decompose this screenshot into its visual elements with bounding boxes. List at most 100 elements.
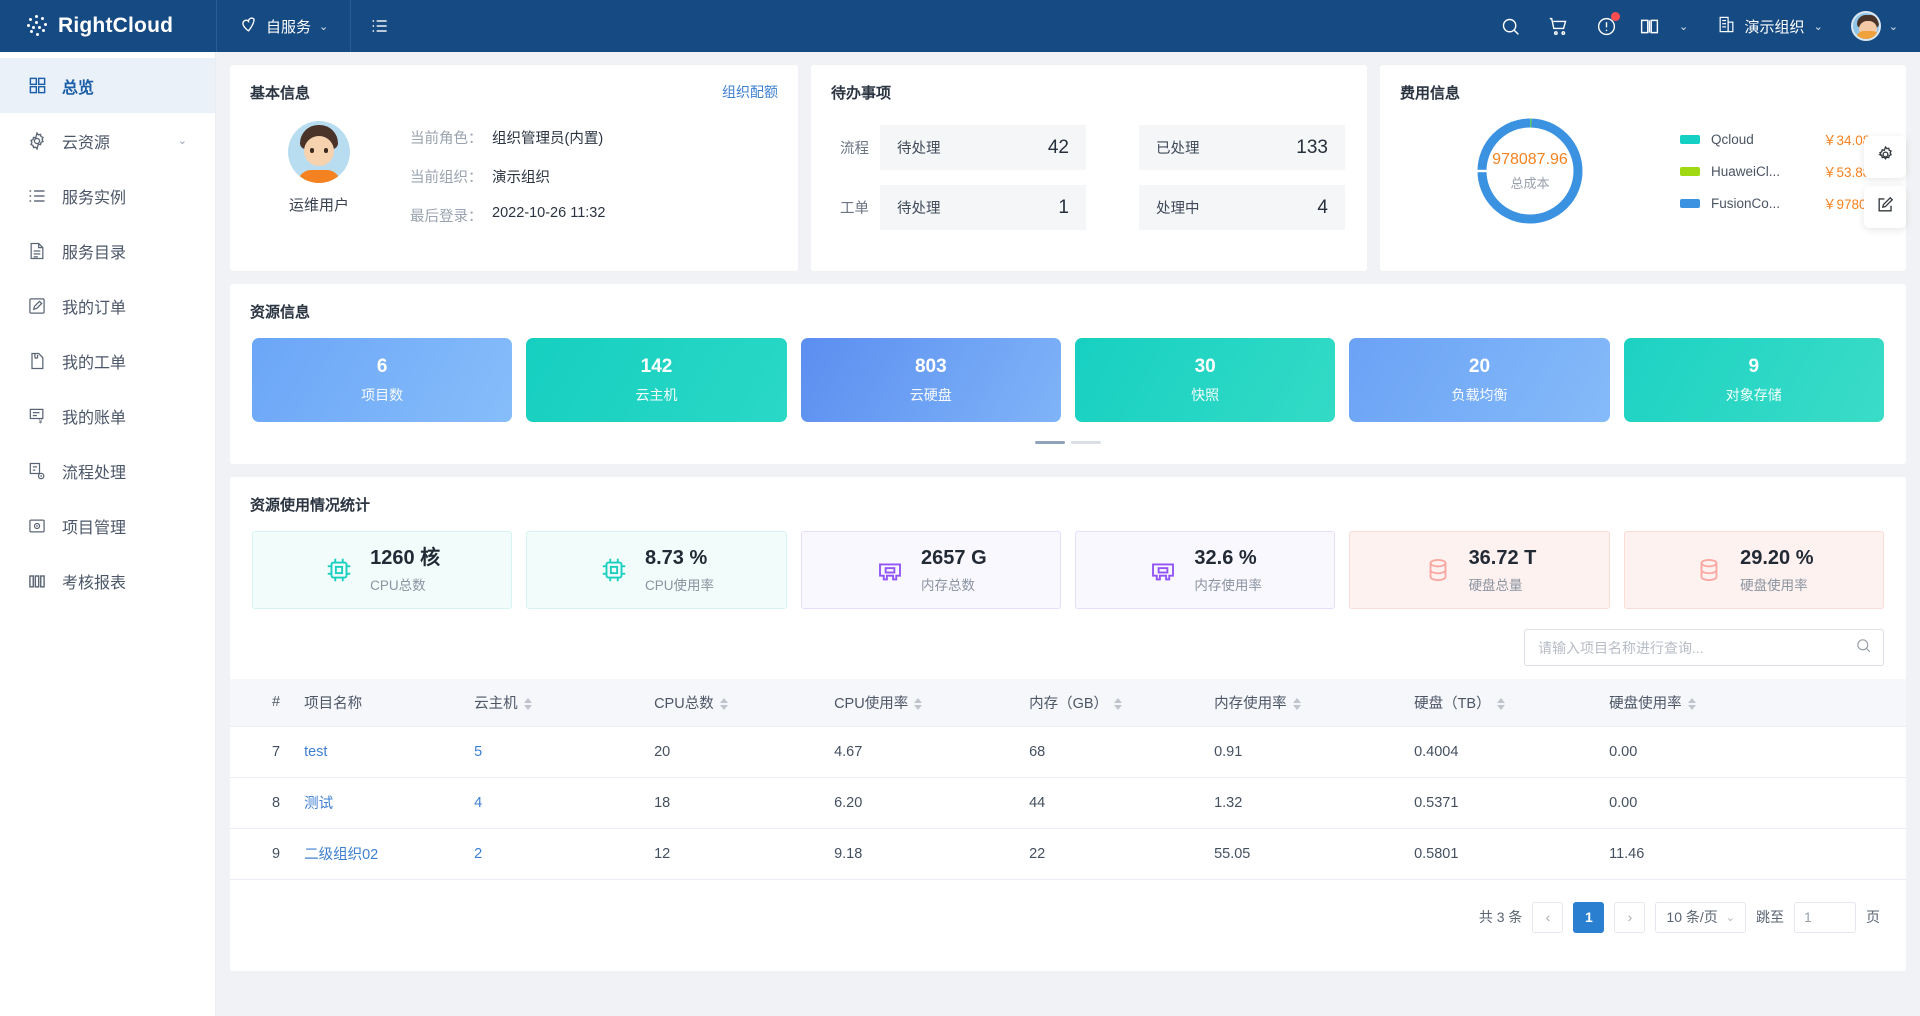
cell-hosts[interactable]: 2 [462,828,643,880]
sidebar-item-my-tickets[interactable]: 我的工单 [0,333,215,388]
usage-card-cpu-total: 1260 核 CPU总数 [252,531,513,609]
cell-cpu-usage: 6.20 [822,777,1018,829]
sort-icon[interactable] [523,697,532,710]
resource-card-disks[interactable]: 803 云硬盘 [800,338,1061,422]
col-hosts[interactable]: 云主机 [462,679,643,727]
cell-project-name[interactable]: 测试 [292,777,463,829]
resource-card-label: 快照 [1191,386,1220,403]
cost-donut-chart: 978087.96 总成本 [1380,115,1680,227]
cell-memory-usage: 55.05 [1202,828,1403,880]
search-input[interactable] [1538,639,1855,656]
sidebar-item-service-instance[interactable]: 服务实例 [0,168,215,223]
cell-index: 9 [230,828,293,880]
sidebar-item-label: 云资源 [62,134,111,152]
flow-icon [26,460,48,482]
col-memory[interactable]: 内存（GB） [1017,679,1203,727]
field-label: 当前角色： [410,131,483,147]
todo-box-label: 待处理 [897,141,941,157]
carousel-dot-1[interactable] [1035,441,1065,444]
todo-box-label: 已处理 [1156,141,1200,157]
resource-card-projects[interactable]: 6 项目数 [252,338,513,422]
avatar [1850,11,1881,41]
page-size-select[interactable]: 10 条/页 ⌄ [1655,901,1746,933]
legend-name: HuaweiCl... [1711,163,1781,179]
pagination-next-button[interactable]: › [1614,901,1646,933]
todo-done-process[interactable]: 已处理 133 [1139,125,1345,170]
org-quota-link[interactable]: 组织配额 [722,82,778,102]
todo-processing-ticket[interactable]: 处理中 4 [1139,185,1345,230]
pagination-page-1[interactable]: 1 [1573,901,1605,933]
resource-card-loadbalancers[interactable]: 20 负载均衡 [1349,338,1610,422]
legend-swatch [1680,198,1700,208]
cart-icon[interactable] [1537,0,1581,52]
sidebar-item-my-orders[interactable]: 我的订单 [0,278,215,333]
sidebar-item-my-bills[interactable]: ¥ 我的账单 [0,388,215,443]
cell-memory: 22 [1017,828,1203,880]
cell-project-name[interactable]: 二级组织02 [292,828,463,880]
resource-card-snapshots[interactable]: 30 快照 [1074,338,1336,422]
alert-icon[interactable] [1585,0,1629,52]
user-avatar-block: 运维用户 [266,121,372,244]
usage-card-label: 内存使用率 [1194,578,1262,593]
resource-card-number: 30 [1194,355,1216,377]
sidebar-item-project-management[interactable]: 项目管理 [0,498,215,553]
jump-page-input[interactable] [1794,901,1856,933]
sidebar-item-service-catalog[interactable]: 服务目录 [0,223,215,278]
legend-swatch [1680,134,1700,144]
cell-project-name[interactable]: test [292,726,463,778]
edit-float-button[interactable] [1864,186,1906,228]
col-memory-usage[interactable]: 内存使用率 [1202,679,1403,727]
sidebar-item-cloud-resource[interactable]: 云资源 ⌄ [0,113,215,168]
sidebar-item-process[interactable]: 流程处理 [0,443,215,498]
cell-hosts[interactable]: 4 [462,777,643,829]
todo-box-label: 处理中 [1156,201,1200,217]
edit-icon [26,295,48,317]
edit-square-icon [1876,195,1895,219]
pagination-prev-button[interactable]: ‹ [1532,901,1564,933]
sidebar-item-overview[interactable]: 总览 [0,58,215,113]
page-size-value: 10 条/页 [1666,909,1718,925]
cell-hosts[interactable]: 5 [462,726,643,778]
search-icon[interactable] [1855,637,1872,659]
search-box[interactable] [1524,629,1884,666]
sort-icon[interactable] [1292,697,1301,710]
sort-icon[interactable] [1687,697,1696,710]
resource-card-number: 803 [914,355,947,377]
sort-icon[interactable] [719,697,728,710]
col-disk-usage[interactable]: 硬盘使用率 [1597,679,1906,727]
col-cpu-total[interactable]: CPU总数 [642,679,823,727]
todo-pending-ticket[interactable]: 待处理 1 [880,185,1086,230]
sidebar-item-label: 流程处理 [62,464,127,482]
legend-name: Qcloud [1711,131,1754,147]
org-selector[interactable]: 演示组织 ⌄ [1701,15,1833,38]
field-value: 2022-10-26 11:32 [492,205,606,221]
usage-card-number: 29.20 % [1740,547,1814,569]
resource-card-hosts[interactable]: 142 云主机 [526,338,787,422]
settings-float-button[interactable] [1864,136,1906,178]
folder-icon [26,515,48,537]
book-dropdown-caret[interactable]: ⌄ [1671,0,1697,52]
sort-icon[interactable] [914,697,923,710]
book-icon[interactable] [1633,0,1667,52]
col-cpu-usage[interactable]: CPU使用率 [822,679,1018,727]
usage-card-number: 32.6 % [1194,547,1257,569]
menu-icon[interactable] [351,0,409,52]
table-header: # 项目名称 云主机 CPU总数 CPU使用率 内存（GB） 内存使用率 硬盘（… [230,679,1906,727]
resource-card-object-storage[interactable]: 9 对象存储 [1623,338,1884,422]
todo-pending-process[interactable]: 待处理 42 [880,125,1086,170]
sidebar-item-report[interactable]: 考核报表 [0,553,215,608]
todo-card: 待办事项 流程 待处理 42 已处理 133 工单 待处理 1 处理中 4 [811,65,1367,271]
self-service-menu[interactable]: 自服务 ⌄ [217,0,350,52]
search-icon[interactable] [1489,0,1533,52]
field-label: 当前组织： [410,170,483,186]
user-menu[interactable]: ⌄ [1837,11,1898,41]
carousel-dot-2[interactable] [1071,441,1101,444]
col-disk[interactable]: 硬盘（TB） [1402,679,1598,727]
sort-icon[interactable] [1496,697,1505,710]
page-unit-label: 页 [1866,909,1880,925]
brand-logo[interactable]: RightCloud [0,14,216,38]
legend-name: FusionCo... [1711,195,1781,211]
todo-cell: 工单 待处理 1 [827,185,1086,230]
sort-icon[interactable] [1114,697,1123,710]
todo-box-count: 4 [1317,196,1328,218]
